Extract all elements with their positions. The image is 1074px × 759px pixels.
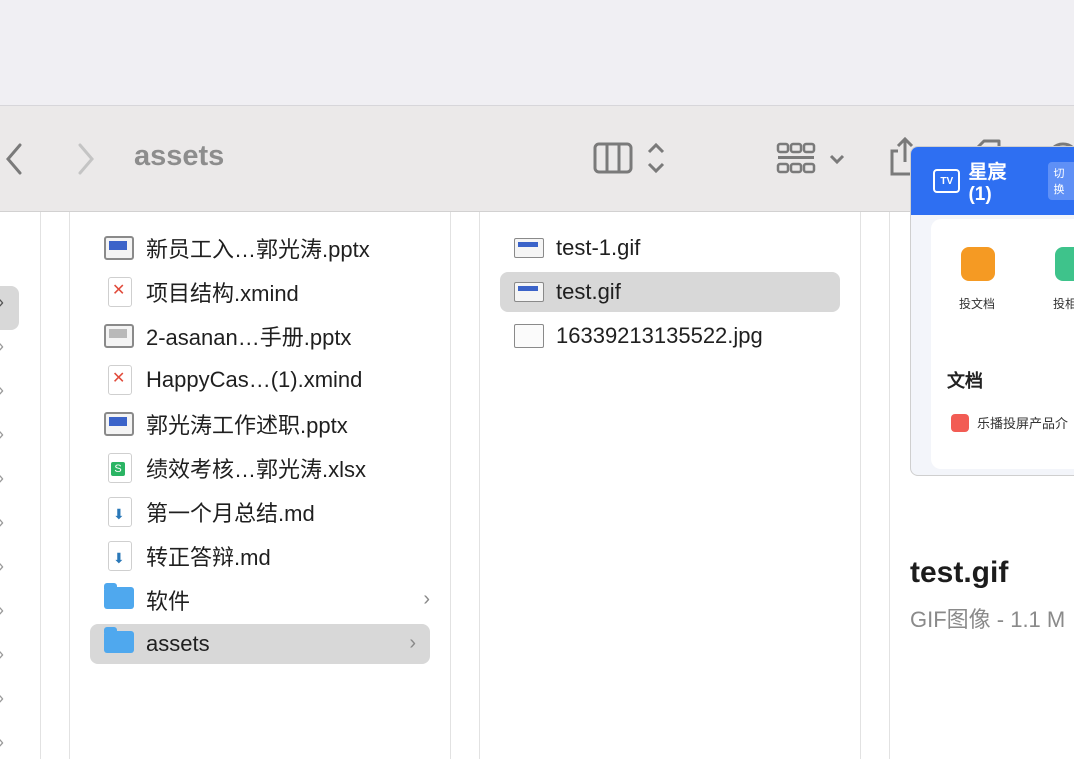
preview-doc-item: 乐播投屏产品介 [951,413,1068,432]
chevron-right-icon: › [0,380,4,401]
column-gap [451,212,479,759]
xmind-icon: ✕ [104,365,134,395]
preview-section-title: 文档 [947,367,983,393]
md-icon: ⬇ [104,497,134,527]
preview-app-header: TV 星宸 (1) 切换 [911,147,1074,215]
list-item[interactable]: S 绩效考核…郭光涛.xlsx [90,448,444,488]
chevron-right-icon: › [0,512,4,533]
list-item[interactable]: ⬇ 第一个月总结.md [90,492,444,532]
list-item[interactable]: ✕ HappyCas…(1).xmind [90,360,444,400]
file-name: 2-asanan…手册.pptx [146,320,351,352]
list-item-selected[interactable]: assets › [90,624,430,664]
chevron-right-icon: › [0,292,4,313]
list-item[interactable]: 郭光涛工作述职.pptx [90,404,444,444]
columns-view-icon [592,140,674,176]
list-item[interactable]: ⬇ 转正答辩.md [90,536,444,576]
list-item[interactable]: 16339213135522.jpg [500,316,854,356]
chevron-right-icon [72,142,100,176]
column-gap [861,212,889,759]
chevron-left-icon [0,142,28,176]
pptx-icon [104,409,134,439]
chevron-right-icon: › [409,632,416,655]
md-icon: ⬇ [104,541,134,571]
tv-icon: TV [933,169,960,193]
back-button[interactable] [0,142,28,181]
chevron-right-icon: › [0,600,4,621]
column-2: test-1.gif test.gif 16339213135522.jpg [480,212,860,759]
gif-icon [514,233,544,263]
file-name: test.gif [556,279,621,305]
preview-card: 投文档 投相 文档 乐播投屏产品介 [931,219,1074,469]
preview-thumbnail[interactable]: TV 星宸 (1) 切换 投文档 投相 文档 乐播投屏产品介 [910,146,1074,476]
column-1: 新员工入…郭光涛.pptx ✕ 项目结构.xmind 2-asanan…手册.p… [70,212,450,759]
chevron-right-icon: › [0,556,4,577]
document-app-icon [961,247,995,281]
desktop-background [0,0,1074,105]
list-item[interactable]: test-1.gif [500,228,854,268]
file-name: 郭光涛工作述职.pptx [146,408,348,440]
list-item-selected[interactable]: test.gif [500,272,840,312]
group-button[interactable] [776,142,852,181]
window-title: assets [134,140,224,173]
chevron-right-icon: › [0,424,4,445]
list-item[interactable]: 2-asanan…手册.pptx [90,316,444,356]
chevron-right-icon: › [423,588,430,611]
pptx-icon [104,233,134,263]
file-name: 16339213135522.jpg [556,323,763,349]
preview-app-label: 投相 [1053,295,1074,312]
file-name: test-1.gif [556,235,640,261]
preview-app-title: 星宸 (1) [968,157,1033,206]
photo-app-icon [1055,247,1074,281]
preview-file-kind: GIF图像 - 1.1 M [910,602,1065,634]
file-name: 软件 [146,584,190,616]
chevron-right-icon: › [0,468,4,489]
folder-icon [104,629,134,659]
column-0: › › › › › › › › › › › [0,212,40,759]
chevron-right-icon: › [0,336,4,357]
doc-icon [951,414,969,432]
chevron-right-icon: › [0,644,4,665]
view-mode-button[interactable] [592,140,674,181]
jpg-icon [514,321,544,351]
folder-icon [104,585,134,615]
chevron-right-icon: › [0,732,4,753]
xmind-icon: ✕ [104,277,134,307]
file-name: HappyCas…(1).xmind [146,367,362,393]
xlsx-icon: S [104,453,134,483]
preview-app-label: 投文档 [959,295,995,312]
file-name: 新员工入…郭光涛.pptx [146,232,370,264]
file-name: 项目结构.xmind [146,276,299,308]
preview-file-name: test.gif [910,556,1008,590]
file-name: 转正答辩.md [146,540,271,572]
forward-button[interactable] [72,142,100,181]
file-name: 绩效考核…郭光涛.xlsx [146,452,366,484]
column-gap [41,212,69,759]
list-item[interactable]: 软件 › [90,580,444,620]
pptx-icon [104,321,134,351]
list-item[interactable]: 新员工入…郭光涛.pptx [90,228,444,268]
preview-badge: 切换 [1048,162,1074,200]
file-name: assets [146,631,210,657]
file-name: 第一个月总结.md [146,496,315,528]
gif-icon [514,277,544,307]
chevron-right-icon: › [0,688,4,709]
grid-icon [776,142,852,176]
list-item[interactable]: ✕ 项目结构.xmind [90,272,444,312]
preview-doc-label: 乐播投屏产品介 [977,413,1068,432]
